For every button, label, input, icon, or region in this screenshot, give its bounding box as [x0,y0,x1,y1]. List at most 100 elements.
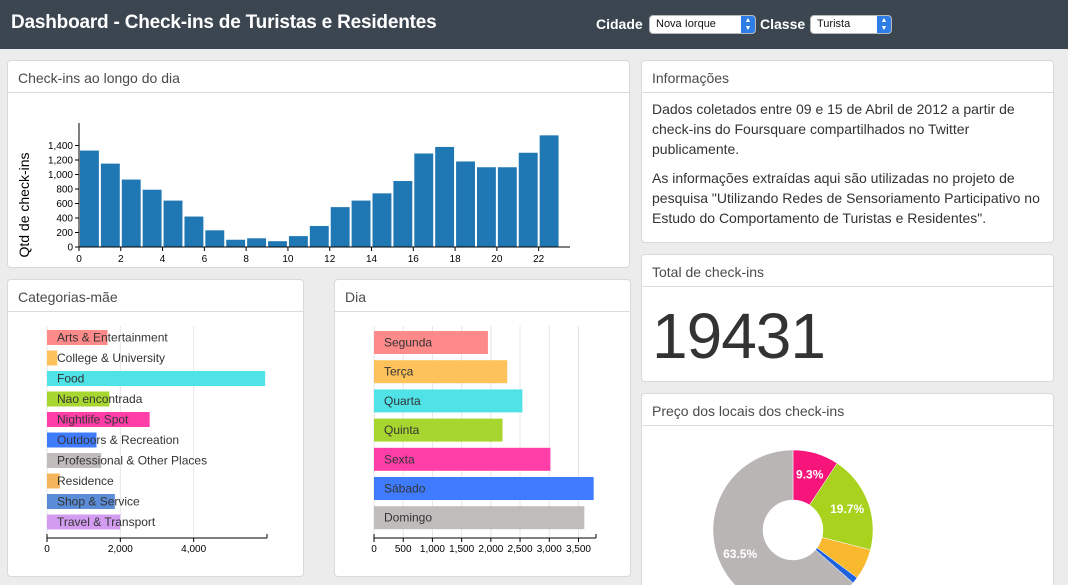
info-panel: Informações Dados coletados entre 09 e 1… [641,60,1054,243]
x-tick-label: 20 [491,254,503,265]
hourly-bar [268,241,287,247]
categories-chart: Arts & Entertainment College & University… [44,326,268,555]
bar [47,350,58,366]
y-tick-label: 1,000 [48,170,73,181]
hourly-bar [330,207,350,247]
hourly-bar [393,181,413,247]
bar-label: Nao encontrada [57,392,143,406]
hourly-bar [184,216,204,247]
bar-label: Shop & Service [57,495,140,509]
x-tick-label: 3,000 [537,544,562,555]
navbar: Dashboard - Check-ins de Turistas e Resi… [0,0,1068,49]
hourly-bar [456,161,475,247]
bar-label: Quarta [384,394,421,408]
x-tick-label: 22 [533,254,545,265]
hourly-panel: Check-ins ao longo do dia 0 2 4 6 8 10 12 14 16 1… [7,60,630,280]
total-panel: Total de check-ins 19431 [641,254,1054,382]
y-tick-label: 1,200 [48,156,73,167]
hourly-bar [497,167,517,247]
hourly-bar [226,239,246,247]
info-paragraph-2: As informações extraídas aqui são utiliz… [652,170,1040,226]
hourly-bar [351,200,371,247]
bar-label: Terça [384,365,414,379]
donut-slice-label: 63.5% [723,547,757,561]
cidade-select-value: Nova Iorque [656,18,716,30]
x-tick-label: 2,000 [108,544,133,555]
x-tick-label: 14 [366,254,378,265]
bar-label: Residence [57,474,114,488]
total-panel-title: Total de check-ins [642,255,1053,287]
hourly-bar [518,152,538,247]
hourly-bar [435,146,455,247]
categories-panel-title: Categorias-mãe [8,280,303,312]
y-tick-label: 1,400 [48,141,73,152]
hourly-bar [539,135,559,247]
hourly-bar [288,236,308,247]
y-tick-label: 800 [56,185,73,196]
dashboard-title: Dashboard - Check-ins de Turistas e Resi… [11,12,437,33]
y-tick-label: 0 [67,243,73,254]
x-tick-label: 0 [44,544,50,555]
bar-label: Professional & Other Places [57,454,207,468]
hourly-bar [309,225,329,247]
price-panel: Preço dos locais dos check-ins 9.3% 19.7%… [641,393,1054,585]
hourly-bar [142,189,162,247]
classe-label: Classe [760,16,806,32]
hourly-bar [372,193,392,247]
bar-label: Arts & Entertainment [57,331,168,345]
x-tick-label: 1,000 [420,544,445,555]
hourly-bar [163,200,183,247]
x-tick-label: 500 [395,544,412,555]
x-axis-title: Hora do dia [225,264,298,267]
x-tick-label: 6 [202,254,208,265]
x-tick-label: 1,500 [449,544,474,555]
chevron-updown-icon: ▲ ▼ [741,16,755,33]
chevron-updown-icon: ▲ ▼ [877,16,891,33]
hourly-bar [80,150,99,247]
total-checkins-value: 19431 [652,300,826,372]
days-panel-title: Dia [335,280,630,312]
hourly-bar [121,179,141,247]
y-tick-label: 200 [56,228,73,239]
x-tick-label: 4 [160,254,166,265]
hourly-bar [247,238,267,247]
bar-label: College & University [57,351,165,365]
y-tick-label: 600 [56,199,73,210]
hourly-bar [414,153,434,247]
price-panel-title: Preço dos locais dos check-ins [642,394,1053,426]
days-panel: Dia Segunda Terça Quarta Quinta Sexta Sábado D… [334,279,631,577]
bar-label: Food [57,372,84,386]
info-panel-title: Informações [642,61,1053,93]
x-tick-label: 16 [408,254,420,265]
x-tick-label: 3,500 [566,544,591,555]
categories-panel: Categorias-mãe Arts & Entertainment Colle… [7,279,304,577]
days-chart: Segunda Terça Quarta Quinta Sexta Sábado Domin… [371,326,597,555]
y-tick-label: 400 [56,214,73,225]
info-paragraph-1: Dados coletados entre 09 e 15 de Abril d… [652,101,1015,157]
donut-slice-label: 19.7% [830,502,864,516]
hourly-bar [205,230,225,247]
x-tick-label: 0 [76,254,82,265]
x-tick-label: 2 [118,254,124,265]
bar-label: Sábado [384,482,426,496]
x-tick-label: 2,500 [508,544,533,555]
bar-label: Outdoors & Recreation [57,433,179,447]
y-axis-title: Qtd de check-ins [16,152,32,257]
bar-label: Nightlife Spot [57,413,129,427]
bar-label: Sexta [384,452,415,466]
price-donut-chart: 9.3% 19.7% 63.5% [712,449,874,585]
bar-label: Quinta [384,423,420,437]
hourly-chart: 0 2 4 6 8 10 12 14 16 18 20 2202004006008001,0001,2… [16,123,570,280]
classe-select-value: Turista [817,18,851,30]
hourly-panel-title: Check-ins ao longo do dia [8,61,629,93]
x-tick-label: 0 [371,544,377,555]
x-tick-label: 2,000 [478,544,503,555]
classe-select[interactable]: Turista ▲ ▼ [810,15,892,34]
x-tick-label: 12 [324,254,336,265]
cidade-select[interactable]: Nova Iorque ▲ ▼ [649,15,756,34]
hourly-bar [100,163,120,247]
cidade-label: Cidade [596,16,643,32]
bar-label: Segunda [384,336,432,350]
x-tick-label: 4,000 [181,544,206,555]
bar-label: Domingo [384,511,432,525]
